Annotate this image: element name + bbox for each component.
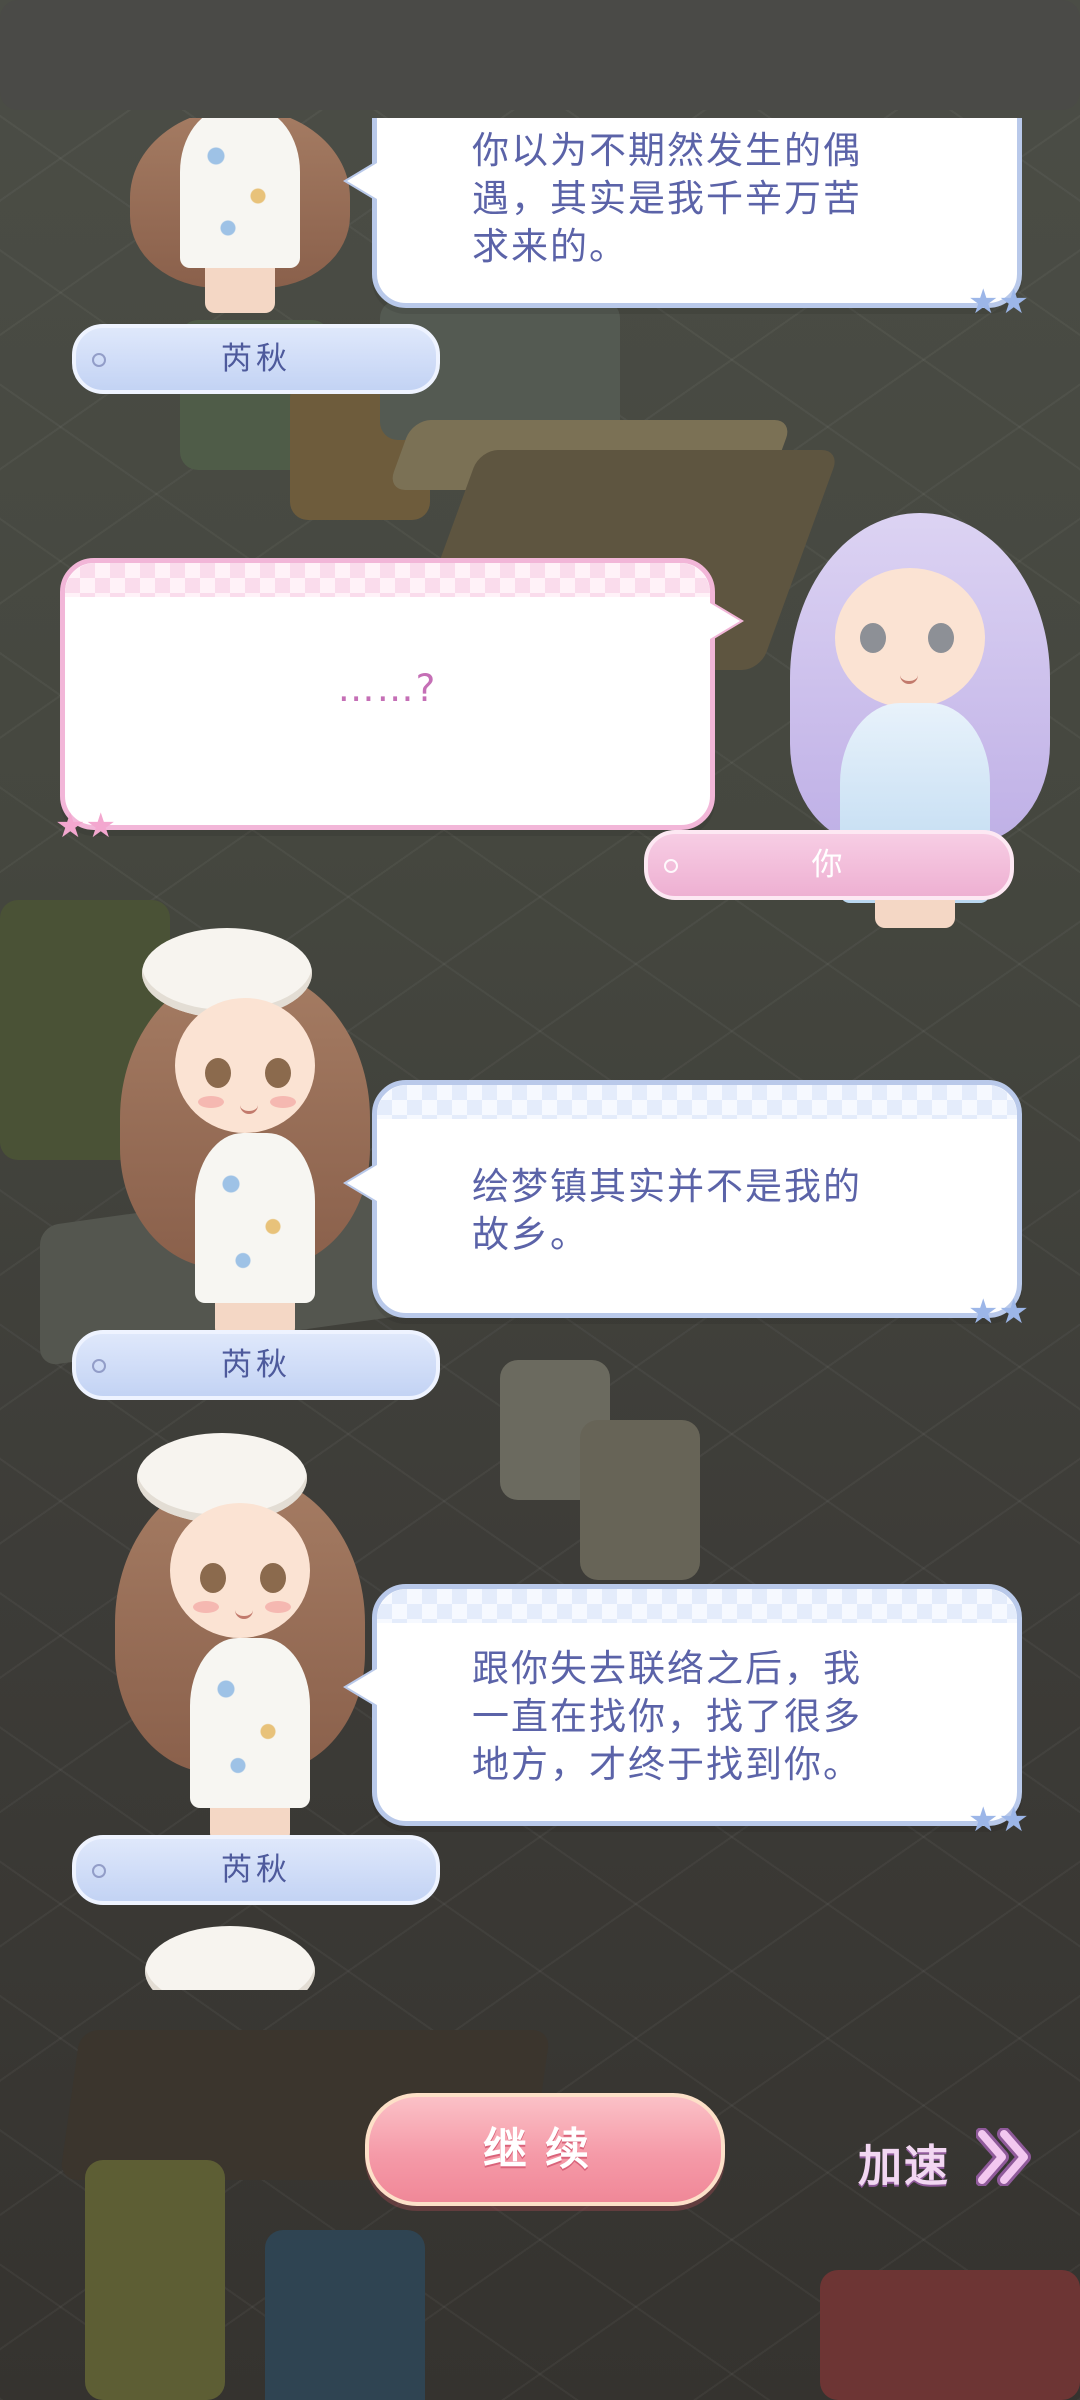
npc-portrait (145, 1926, 315, 1990)
dialogue-line: 跟你失去联络之后，我 (472, 1647, 862, 1690)
npc-portrait (105, 1423, 375, 1843)
stars-icon: ★★ (968, 1292, 1029, 1332)
clothing-rack (0, 0, 1080, 110)
dialogue-line: ……? (337, 667, 438, 710)
dialogue-log[interactable]: 你以为不期然发生的偶 遇，其实是我千辛万苦 求来的。 ★★ 芮秋 ……? ★★ … (0, 118, 1080, 1990)
speed-label[interactable]: 加速 (858, 2130, 950, 2194)
dialogue-line: 求来的。 (472, 225, 628, 268)
speaker-name: 芮秋 (221, 341, 291, 377)
stars-icon: ★★ (968, 282, 1029, 322)
speaker-name: 芮秋 (221, 1852, 291, 1888)
dialogue-line: 你以为不期然发生的偶 (472, 129, 862, 172)
speech-bubble: ……? ★★ (55, 558, 740, 843)
npc-portrait (110, 118, 370, 313)
stars-icon: ★★ (55, 806, 116, 846)
speaker-nameplate: 芮秋 (72, 1330, 440, 1400)
speaker-nameplate: 芮秋 (72, 324, 440, 394)
speaker-nameplate: 芮秋 (72, 1835, 440, 1905)
speaker-nameplate: 你 (644, 830, 1014, 900)
dialogue-line: 一直在找你，找了很多 (472, 1695, 862, 1738)
npc-portrait (110, 918, 380, 1338)
speaker-name: 芮秋 (221, 1347, 291, 1383)
stars-icon: ★★ (968, 1800, 1029, 1840)
bin (85, 2160, 225, 2400)
speech-bubble: 你以为不期然发生的偶 遇，其实是我千辛万苦 求来的。 ★★ (347, 118, 1029, 319)
dialogue-line: 绘梦镇其实并不是我的 (472, 1165, 862, 1208)
bin (265, 2230, 425, 2400)
rug (820, 2270, 1080, 2400)
continue-button[interactable]: 继续 (365, 2093, 725, 2206)
double-chevron-right-icon[interactable] (976, 2128, 1036, 2186)
speaker-name: 你 (811, 847, 847, 883)
dialogue-line: 故乡。 (472, 1213, 589, 1256)
dialogue-line: 地方，才终于找到你。 (472, 1743, 862, 1786)
dialogue-line: 遇，其实是我千辛万苦 (472, 177, 862, 220)
speech-bubble: 绘梦镇其实并不是我的 故乡。 ★★ (347, 1080, 1029, 1329)
speech-bubble: 跟你失去联络之后，我 一直在找你，找了很多 地方，才终于找到你。 ★★ (347, 1584, 1029, 1837)
